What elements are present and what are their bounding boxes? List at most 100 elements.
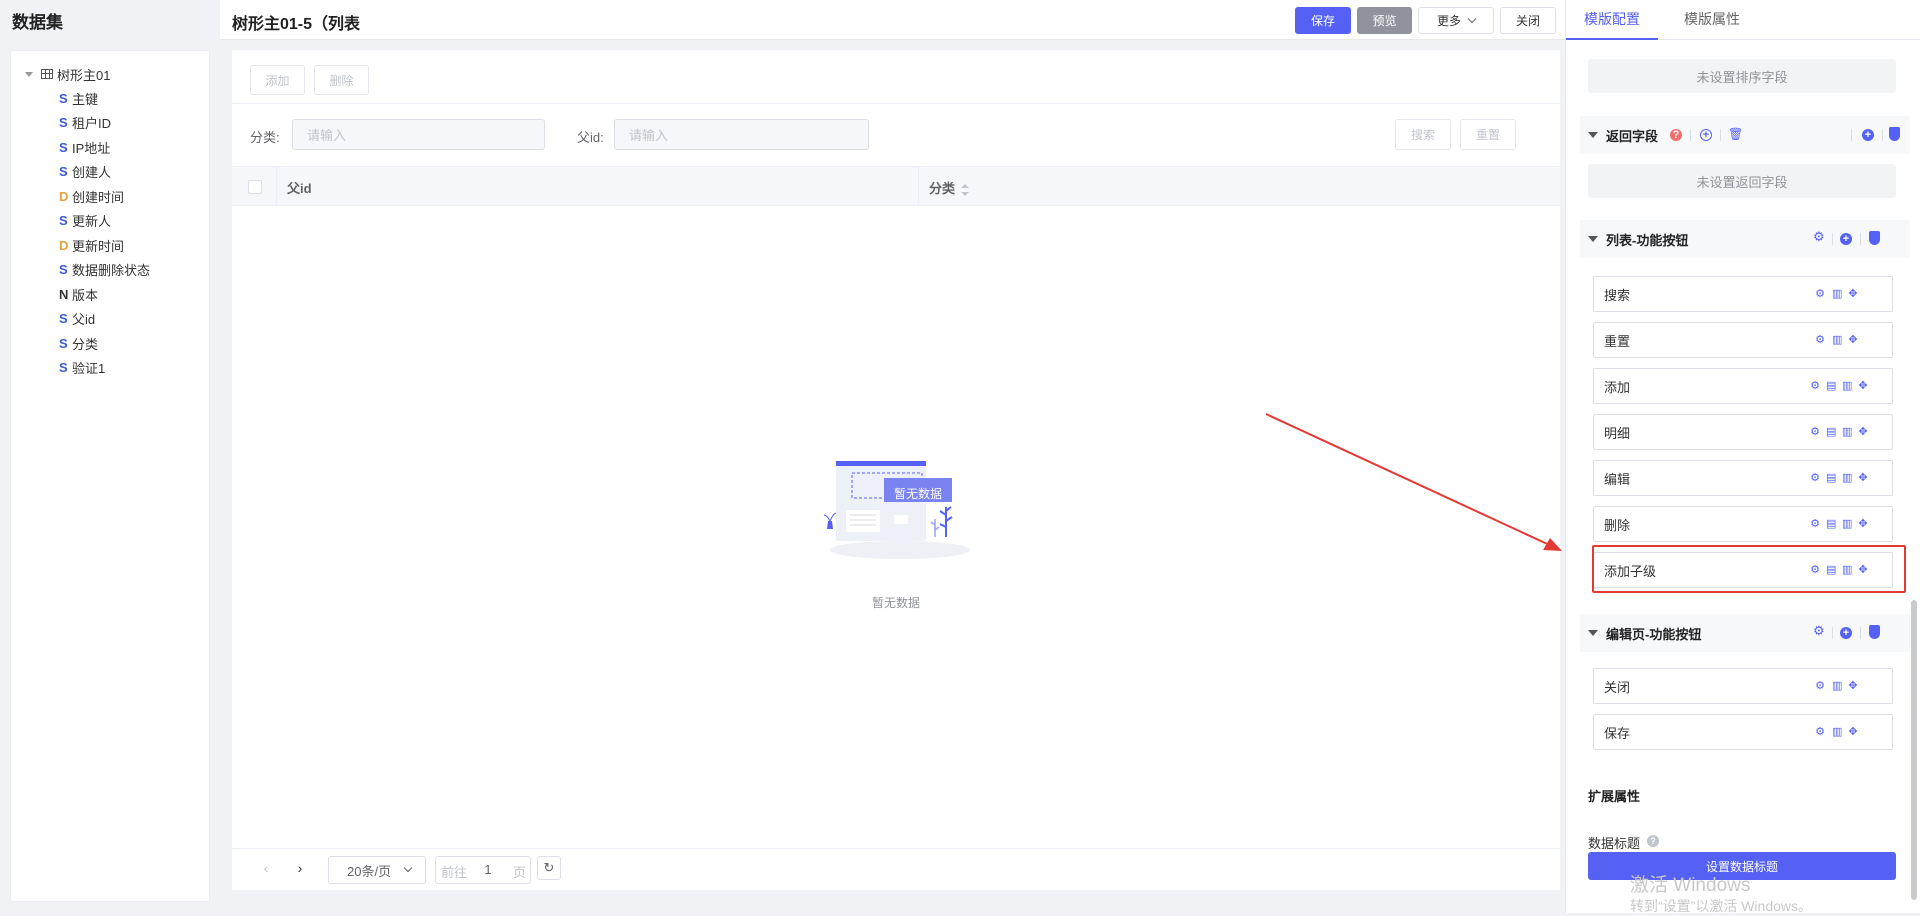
list-button-item[interactable]: 搜索 ⚙ ▥ ✥ (1593, 276, 1893, 312)
empty-illustration (823, 461, 970, 559)
tree-root-node[interactable]: 树形主01 (25, 64, 110, 84)
gear-icon[interactable]: ⚙ (1815, 288, 1825, 300)
move-icon[interactable]: ✥ (1858, 472, 1868, 484)
field-item[interactable]: S 主键 (59, 88, 98, 108)
move-icon[interactable]: ✥ (1848, 680, 1858, 692)
list-button-item[interactable]: 删除 ⚙ ▤ ▥ ✥ (1593, 506, 1893, 542)
add-circle-icon[interactable]: + (1862, 129, 1874, 141)
caret-down-icon[interactable] (25, 71, 33, 77)
move-icon[interactable]: ✥ (1848, 334, 1858, 346)
trash-icon[interactable]: ▥ (1842, 426, 1852, 438)
field-item[interactable]: S 租户ID (59, 112, 111, 132)
close-button[interactable]: 关闭 (1500, 7, 1556, 34)
item-label: 编辑 (1604, 471, 1631, 487)
column-header-parent-id[interactable]: 父id (287, 178, 312, 197)
add-circle-icon[interactable]: + (1840, 233, 1852, 245)
sort-icon[interactable] (961, 183, 970, 196)
field-item[interactable]: S 数据删除状态 (59, 259, 150, 279)
list-button-item[interactable]: 添加 ⚙ ▤ ▥ ✥ (1593, 368, 1893, 404)
tab-template-config[interactable]: 模版配置 (1566, 0, 1658, 40)
add-circle-icon[interactable]: + (1700, 129, 1712, 141)
move-icon[interactable]: ✥ (1858, 380, 1868, 392)
move-icon[interactable]: ✥ (1858, 426, 1868, 438)
shield-icon[interactable] (1889, 127, 1900, 141)
field-label: 父id (72, 311, 96, 327)
next-page-icon[interactable]: › (292, 860, 308, 878)
field-item[interactable]: S 验证1 (59, 357, 105, 377)
column-header-category[interactable]: 分类 (929, 178, 970, 197)
refresh-icon[interactable]: ↻ (537, 856, 561, 880)
move-icon[interactable]: ✥ (1858, 518, 1868, 530)
trash-icon[interactable]: ▥ (1842, 472, 1852, 484)
gear-icon[interactable]: ⚙ (1810, 426, 1820, 438)
copy-icon[interactable]: ▤ (1826, 518, 1836, 530)
trash-icon[interactable]: ▥ (1832, 680, 1842, 692)
move-icon[interactable]: ✥ (1848, 726, 1858, 738)
trash-icon[interactable]: ▥ (1832, 288, 1842, 300)
edit-button-item[interactable]: 保存 ⚙ ▥ ✥ (1593, 714, 1893, 750)
more-dropdown-button[interactable]: 更多 (1418, 7, 1494, 34)
move-icon[interactable]: ✥ (1848, 288, 1858, 300)
search-button[interactable]: 搜索 (1395, 119, 1451, 150)
add-button[interactable]: 添加 (250, 65, 305, 95)
add-circle-icon[interactable]: + (1840, 627, 1852, 639)
reset-button[interactable]: 重置 (1460, 119, 1516, 150)
trash-icon[interactable]: ▥ (1842, 518, 1852, 530)
item-label: 删除 (1604, 517, 1631, 533)
field-item[interactable]: S 分类 (59, 333, 98, 353)
filter-label-category: 分类: (250, 130, 280, 145)
help-icon[interactable]: ? (1670, 129, 1682, 141)
field-label: 更新时间 (72, 238, 125, 254)
parent-id-input[interactable]: 请输入 (614, 119, 869, 150)
caret-down-icon[interactable] (1588, 236, 1598, 242)
gear-icon[interactable]: ⚙ (1815, 726, 1825, 738)
select-all-checkbox[interactable] (248, 180, 262, 194)
trash-icon[interactable]: 🗑 (1728, 127, 1743, 141)
caret-down-icon[interactable] (1588, 132, 1598, 138)
field-item[interactable]: S 更新人 (59, 210, 111, 230)
copy-icon[interactable]: ▤ (1826, 380, 1836, 392)
field-item[interactable]: N 版本 (59, 284, 98, 304)
gear-icon[interactable]: ⚙ (1810, 472, 1820, 484)
gear-icon[interactable]: ⚙ (1815, 334, 1825, 346)
help-icon[interactable]: ? (1647, 835, 1659, 847)
delete-button[interactable]: 删除 (314, 65, 369, 95)
empty-doc (846, 510, 880, 532)
page-size-select[interactable]: 20条/页 (328, 856, 426, 884)
edit-button-item[interactable]: 关闭 ⚙ ▥ ✥ (1593, 668, 1893, 704)
caret-down-icon[interactable] (1588, 630, 1598, 636)
field-item[interactable]: D 创建时间 (59, 186, 124, 206)
list-button-item[interactable]: 编辑 ⚙ ▤ ▥ ✥ (1593, 460, 1893, 496)
plant-pot-icon (827, 521, 833, 529)
field-item[interactable]: S IP地址 (59, 137, 110, 157)
gear-icon[interactable]: ⚙ (1813, 230, 1825, 243)
trash-icon[interactable]: ▥ (1832, 726, 1842, 738)
gear-icon[interactable]: ⚙ (1813, 624, 1825, 637)
gear-icon[interactable]: ⚙ (1810, 380, 1820, 392)
save-button[interactable]: 保存 (1295, 7, 1351, 34)
field-item[interactable]: S 创建人 (59, 161, 111, 181)
trash-icon[interactable]: ▥ (1832, 334, 1842, 346)
field-type-badge: S (59, 90, 68, 106)
field-item[interactable]: D 更新时间 (59, 235, 124, 255)
field-item[interactable]: S 父id (59, 308, 95, 328)
tab-template-properties[interactable]: 模版属性 (1666, 0, 1758, 40)
copy-icon[interactable]: ▤ (1826, 426, 1836, 438)
scrollbar[interactable] (1911, 600, 1917, 900)
arrow-line (1265, 413, 1557, 549)
list-button-item[interactable]: 明细 ⚙ ▤ ▥ ✥ (1593, 414, 1893, 450)
return-field-placeholder[interactable]: 未设置返回字段 (1588, 164, 1896, 198)
sort-field-placeholder[interactable]: 未设置排序字段 (1588, 59, 1896, 93)
category-input[interactable]: 请输入 (292, 119, 545, 150)
shield-icon[interactable] (1869, 625, 1880, 639)
prev-page-icon[interactable]: ‹ (258, 860, 274, 878)
list-button-item[interactable]: 重置 ⚙ ▥ ✥ (1593, 322, 1893, 358)
empty-text: 暂无数据 (871, 596, 920, 610)
gear-icon[interactable]: ⚙ (1810, 518, 1820, 530)
trash-icon[interactable]: ▥ (1842, 380, 1852, 392)
empty-shadow (830, 541, 970, 559)
shield-icon[interactable] (1869, 231, 1880, 245)
gear-icon[interactable]: ⚙ (1815, 680, 1825, 692)
preview-button[interactable]: 预览 (1357, 7, 1412, 34)
copy-icon[interactable]: ▤ (1826, 472, 1836, 484)
